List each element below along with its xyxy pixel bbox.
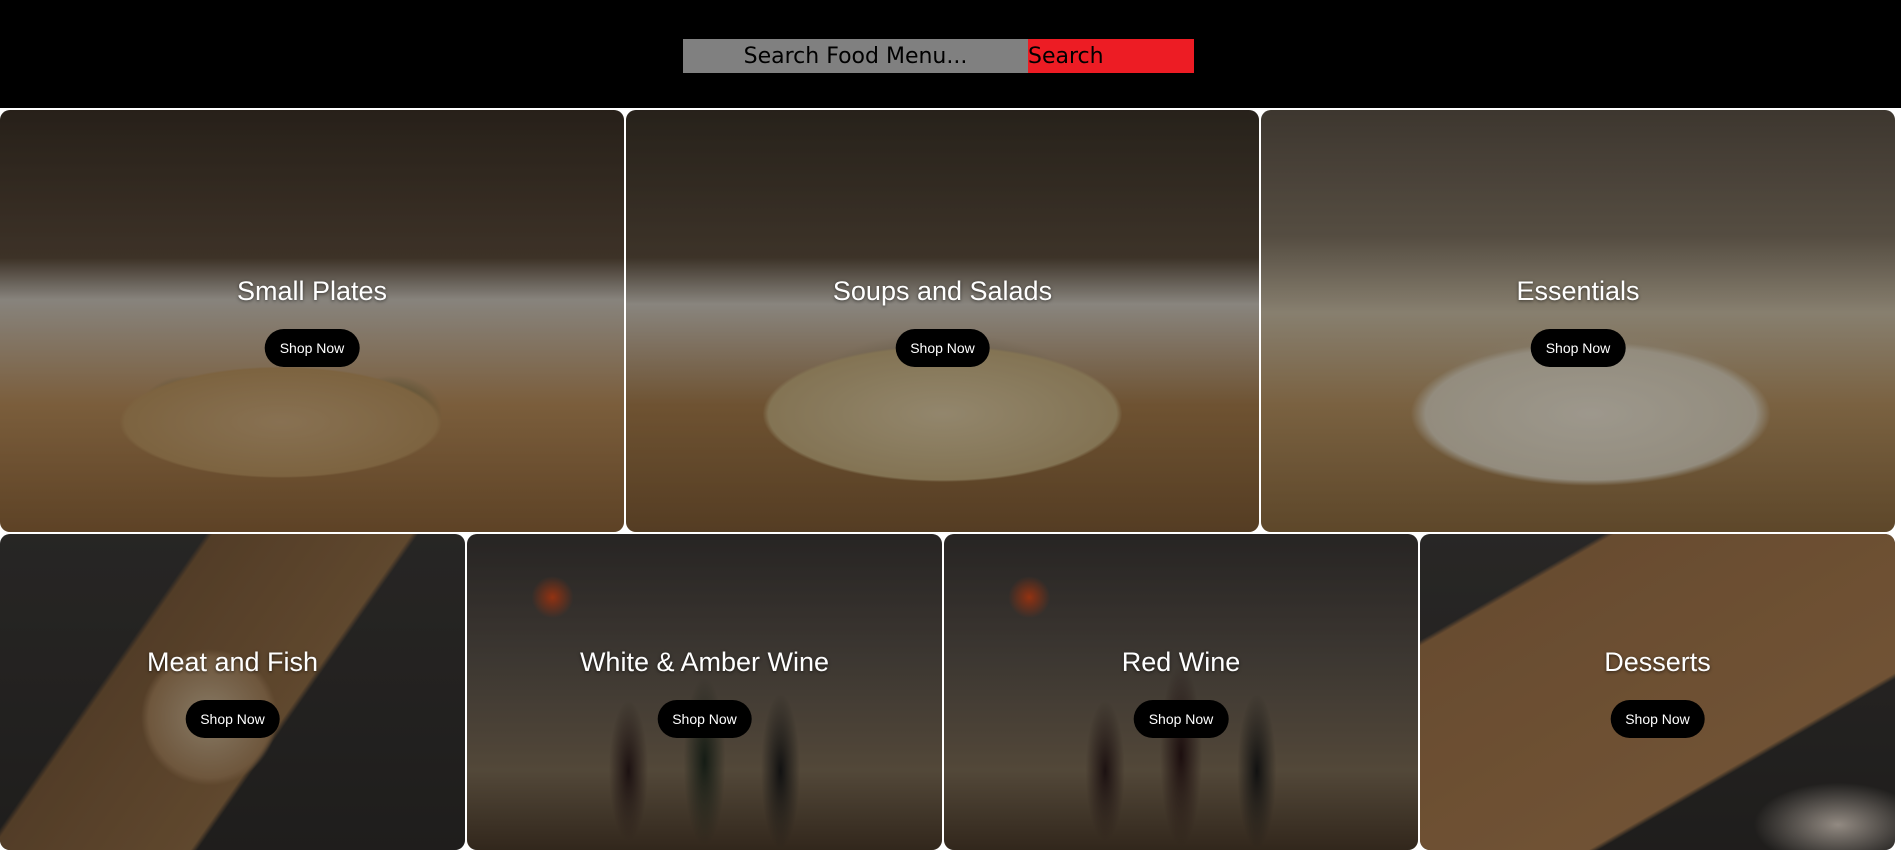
category-tile-desserts[interactable]: Desserts Shop Now [1420, 534, 1895, 850]
site-header: Search [0, 0, 1901, 108]
category-title: Desserts [1604, 647, 1711, 677]
category-title: Meat and Fish [146, 647, 319, 677]
category-tile-white-amber-wine[interactable]: White & Amber Wine Shop Now [467, 534, 942, 850]
category-tile-small-plates[interactable]: Small Plates Shop Now [0, 110, 624, 532]
shop-now-button[interactable]: Shop Now [1530, 329, 1626, 367]
shop-now-button[interactable]: Shop Now [1610, 700, 1705, 738]
shop-now-button[interactable]: Shop Now [264, 329, 360, 367]
shop-now-button[interactable]: Shop Now [185, 700, 280, 738]
search-button[interactable]: Search [1028, 39, 1194, 73]
category-title: Red Wine [1121, 647, 1241, 677]
search-form: Search [683, 39, 1194, 73]
category-tile-essentials[interactable]: Essentials Shop Now [1261, 110, 1895, 532]
category-title: Small Plates [236, 276, 388, 306]
shop-now-button[interactable]: Shop Now [657, 700, 752, 738]
shop-now-button[interactable]: Shop Now [895, 329, 990, 367]
search-input[interactable] [683, 39, 1028, 73]
category-tile-meat-and-fish[interactable]: Meat and Fish Shop Now [0, 534, 465, 850]
category-title: White & Amber Wine [579, 647, 830, 677]
category-tile-soups-and-salads[interactable]: Soups and Salads Shop Now [626, 110, 1259, 532]
shop-now-button[interactable]: Shop Now [1133, 700, 1229, 738]
category-tile-red-wine[interactable]: Red Wine Shop Now [944, 534, 1418, 850]
category-title: Essentials [1516, 276, 1640, 306]
category-title: Soups and Salads [832, 276, 1053, 306]
